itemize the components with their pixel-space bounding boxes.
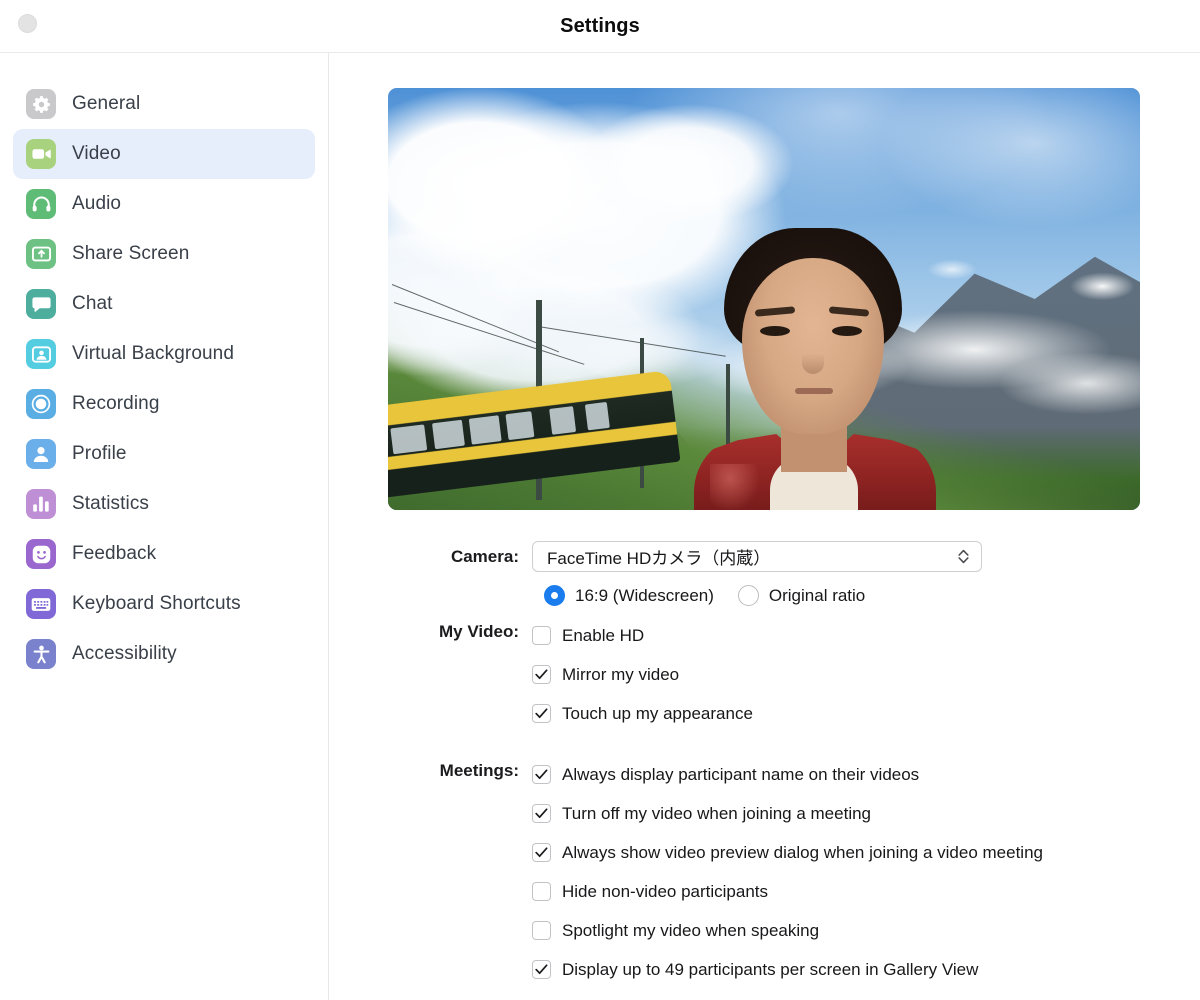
aspect-ratio-label: 16:9 (Widescreen) bbox=[575, 585, 714, 605]
sidebar-item-virtual-background[interactable]: Virtual Background bbox=[13, 329, 315, 379]
sidebar-item-label: Accessibility bbox=[72, 643, 177, 664]
sidebar-item-label: Keyboard Shortcuts bbox=[72, 593, 241, 614]
preview-person-eye bbox=[760, 326, 790, 336]
checkbox-unchecked-icon[interactable] bbox=[532, 882, 551, 901]
sidebar-item-profile[interactable]: Profile bbox=[13, 429, 315, 479]
aspect-ratio-label: Original ratio bbox=[768, 585, 866, 605]
sidebar-item-label: Chat bbox=[72, 293, 113, 314]
sidebar-item-label: Recording bbox=[72, 393, 160, 414]
preview-person-mouth bbox=[795, 388, 833, 394]
person-icon bbox=[26, 439, 56, 469]
sidebar-item-chat[interactable]: Chat bbox=[13, 279, 315, 329]
camera-select-value: FaceTime HDカメラ（内蔵） bbox=[547, 549, 771, 568]
sidebar-item-accessibility[interactable]: Accessibility bbox=[13, 629, 315, 679]
sidebar-item-label: Video bbox=[72, 143, 121, 164]
video-settings-form: Camera: FaceTime HDカメラ（内蔵） 16:9 (Widescr… bbox=[388, 541, 1200, 989]
checkbox-row[interactable]: Always show video preview dialog when jo… bbox=[532, 833, 1200, 872]
meetings-row: Meetings: Always display participant nam… bbox=[388, 755, 1200, 989]
share-screen-icon bbox=[26, 239, 56, 269]
camera-preview bbox=[388, 88, 1140, 510]
camera-select[interactable]: FaceTime HDカメラ（内蔵） bbox=[532, 541, 982, 572]
video-camera-icon bbox=[26, 139, 56, 169]
checkbox-checked-icon[interactable] bbox=[532, 665, 551, 684]
preview-train-window bbox=[390, 424, 428, 454]
gear-icon bbox=[26, 89, 56, 119]
checkbox-label: Hide non-video participants bbox=[562, 881, 769, 901]
window-titlebar: Settings bbox=[0, 0, 1200, 53]
aspect-ratio-radio[interactable] bbox=[544, 585, 565, 606]
preview-person-eye bbox=[832, 326, 862, 336]
close-window-button[interactable] bbox=[18, 14, 37, 33]
checkbox-checked-icon[interactable] bbox=[532, 843, 551, 862]
sidebar-item-label: Share Screen bbox=[72, 243, 190, 264]
video-settings-pane: Camera: FaceTime HDカメラ（内蔵） 16:9 (Widescr… bbox=[329, 53, 1200, 1000]
sidebar-item-feedback[interactable]: Feedback bbox=[13, 529, 315, 579]
checkbox-unchecked-icon[interactable] bbox=[532, 626, 551, 645]
my-video-row: My Video: Enable HD Mirror my video Touch … bbox=[388, 616, 1200, 733]
preview-person-nose bbox=[802, 340, 824, 374]
sidebar-item-label: General bbox=[72, 93, 141, 114]
sidebar-item-video[interactable]: Video bbox=[13, 129, 315, 179]
sidebar-item-statistics[interactable]: Statistics bbox=[13, 479, 315, 529]
checkbox-checked-icon[interactable] bbox=[532, 960, 551, 979]
preview-train-window bbox=[505, 411, 535, 440]
preview-train-window bbox=[549, 405, 577, 435]
checkbox-unchecked-icon[interactable] bbox=[532, 921, 551, 940]
checkbox-label: Enable HD bbox=[562, 625, 645, 645]
smiley-face-icon bbox=[26, 539, 56, 569]
sidebar-item-label: Audio bbox=[72, 193, 122, 214]
bar-chart-icon bbox=[26, 489, 56, 519]
checkbox-label: Touch up my appearance bbox=[562, 703, 753, 723]
virtual-background-icon bbox=[26, 339, 56, 369]
accessibility-icon bbox=[26, 639, 56, 669]
checkbox-checked-icon[interactable] bbox=[532, 804, 551, 823]
preview-train-window bbox=[431, 419, 465, 449]
my-video-checkbox-group: Enable HD Mirror my video Touch up my appe… bbox=[532, 616, 1200, 733]
checkbox-row[interactable]: Enable HD bbox=[532, 616, 1200, 655]
sidebar-item-audio[interactable]: Audio bbox=[13, 179, 315, 229]
checkbox-checked-icon[interactable] bbox=[532, 704, 551, 723]
sidebar-item-label: Feedback bbox=[72, 543, 157, 564]
settings-sidebar: General Video Audio Share Screen Chat Virtual… bbox=[0, 53, 329, 1000]
sidebar-item-general[interactable]: General bbox=[13, 79, 315, 129]
checkbox-row[interactable]: Touch up my appearance bbox=[532, 694, 1200, 733]
checkbox-label: Turn off my video when joining a meeting bbox=[562, 803, 872, 823]
aspect-ratio-group: 16:9 (Widescreen) Original ratio bbox=[532, 585, 1200, 606]
checkbox-label: Display up to 49 participants per screen… bbox=[562, 959, 979, 979]
checkbox-row[interactable]: Hide non-video participants bbox=[532, 872, 1200, 911]
headphones-icon bbox=[26, 189, 56, 219]
chevron-updown-icon bbox=[955, 549, 971, 564]
meetings-checkbox-group: Always display participant name on their… bbox=[532, 755, 1200, 989]
record-circle-icon bbox=[26, 389, 56, 419]
sidebar-item-label: Virtual Background bbox=[72, 343, 234, 364]
settings-shell: General Video Audio Share Screen Chat Virtual… bbox=[0, 53, 1200, 1000]
checkbox-label: Always show video preview dialog when jo… bbox=[562, 842, 1043, 862]
preview-train-window bbox=[584, 401, 610, 431]
preview-person-jacket-highlight bbox=[710, 464, 760, 510]
sidebar-item-recording[interactable]: Recording bbox=[13, 379, 315, 429]
chat-bubble-icon bbox=[26, 289, 56, 319]
checkbox-label: Always display participant name on their… bbox=[562, 764, 920, 784]
camera-label: Camera: bbox=[450, 547, 519, 566]
sidebar-item-label: Statistics bbox=[72, 493, 150, 514]
checkbox-label: Spotlight my video when speaking bbox=[562, 920, 820, 940]
checkbox-checked-icon[interactable] bbox=[532, 765, 551, 784]
my-video-label: My Video: bbox=[439, 622, 519, 641]
camera-row: Camera: FaceTime HDカメラ（内蔵） 16:9 (Widescr… bbox=[388, 541, 1200, 606]
meetings-label: Meetings: bbox=[439, 761, 519, 780]
aspect-ratio-radio[interactable] bbox=[737, 585, 759, 606]
sidebar-item-keyboard-shortcuts[interactable]: Keyboard Shortcuts bbox=[13, 579, 315, 629]
checkbox-row[interactable]: Mirror my video bbox=[532, 655, 1200, 694]
checkbox-row[interactable]: Always display participant name on their… bbox=[532, 755, 1200, 794]
sidebar-item-label: Profile bbox=[72, 443, 127, 464]
checkbox-row[interactable]: Spotlight my video when speaking bbox=[532, 911, 1200, 950]
checkbox-row[interactable]: Turn off my video when joining a meeting bbox=[532, 794, 1200, 833]
checkbox-label: Mirror my video bbox=[562, 664, 680, 684]
window-title: Settings bbox=[560, 14, 640, 37]
preview-train-window bbox=[468, 415, 502, 445]
sidebar-item-share-screen[interactable]: Share Screen bbox=[13, 229, 315, 279]
checkbox-row[interactable]: Display up to 49 participants per screen… bbox=[532, 950, 1200, 989]
preview-person bbox=[694, 228, 936, 510]
keyboard-icon bbox=[26, 589, 56, 619]
